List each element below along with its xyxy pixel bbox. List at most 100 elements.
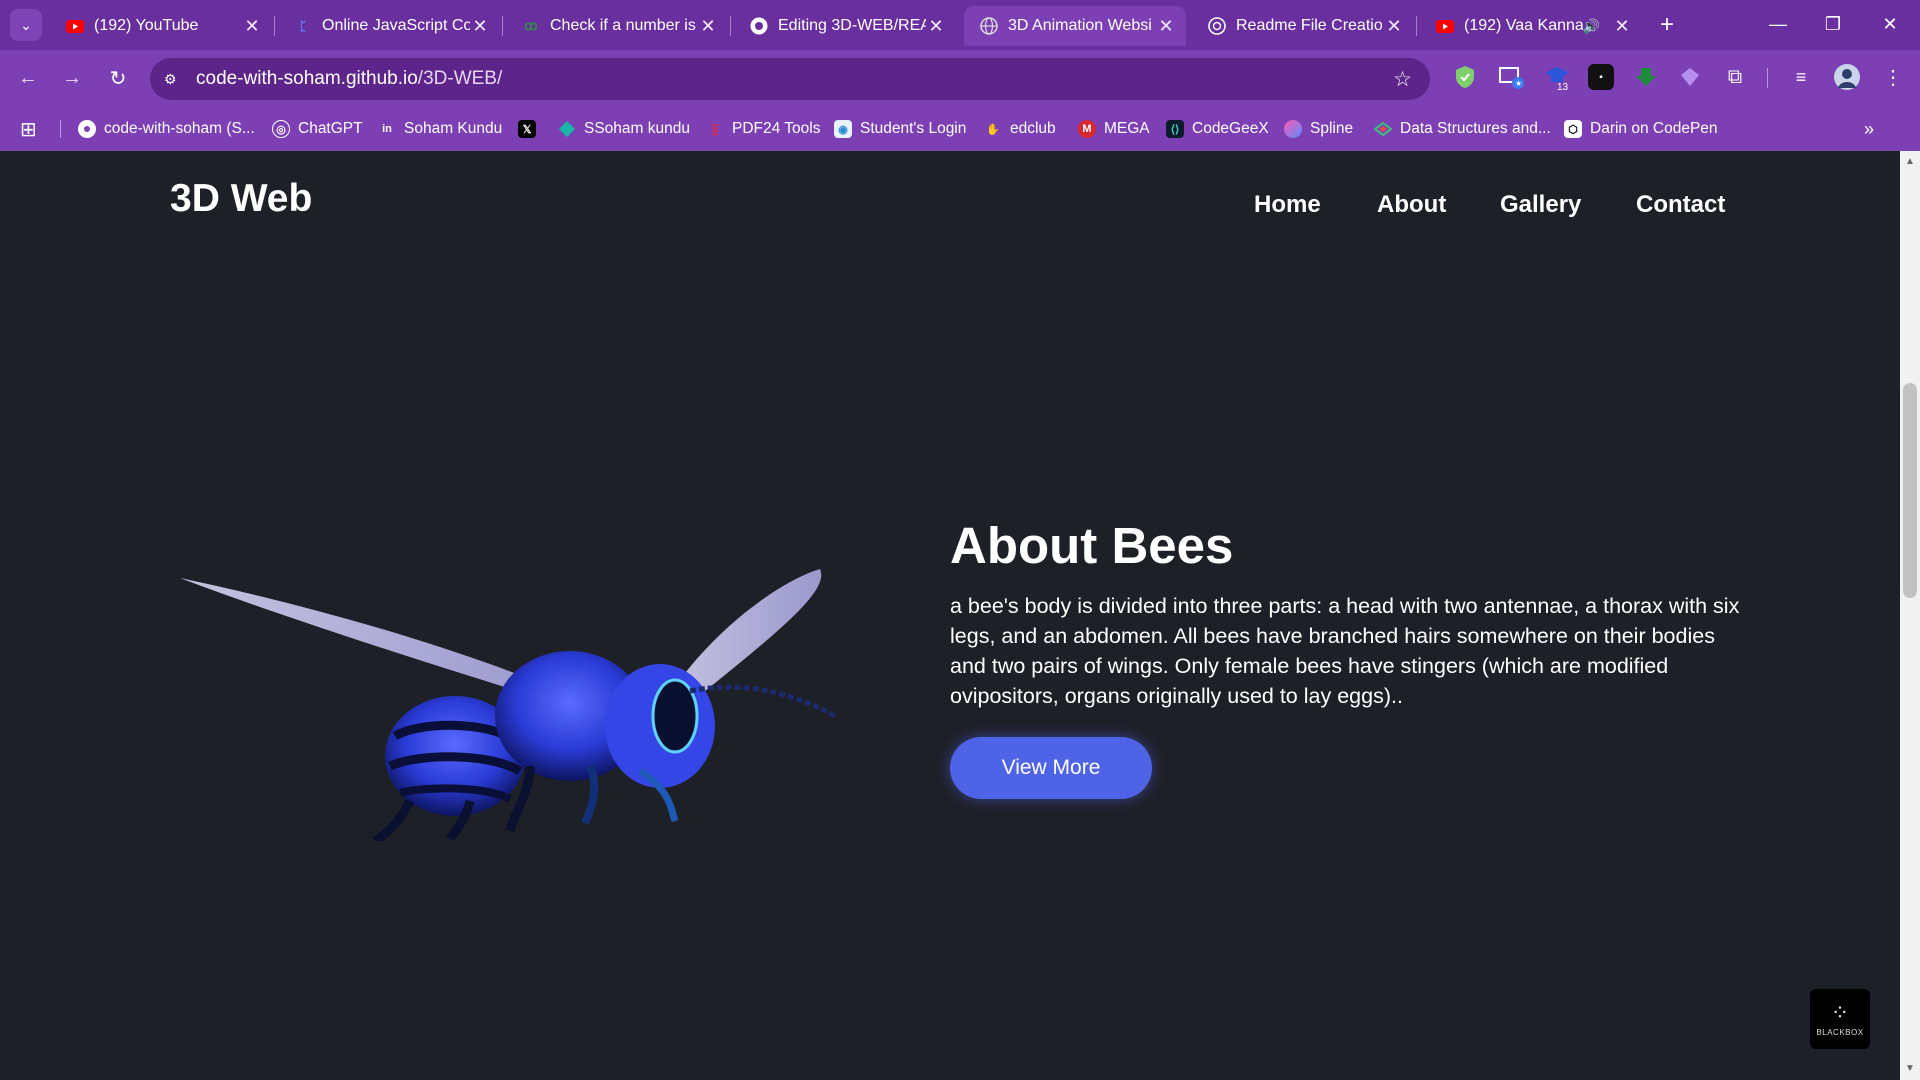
tab-search-button[interactable]: ⌄	[10, 9, 42, 41]
double-chevron-right-icon: »	[1864, 118, 1875, 139]
x-icon: 𝕏	[518, 120, 536, 138]
address-bar[interactable]: ⚙ code-with-soham.github.io/3D-WEB/ ☆	[150, 58, 1430, 100]
bookmark-spline[interactable]: Spline	[1284, 116, 1353, 142]
pdf24-icon: ⣿	[710, 123, 720, 136]
bookmark-ssoham-kundu[interactable]: SSoham kundu	[558, 116, 690, 142]
screen-extension-icon[interactable]: ▪	[1588, 64, 1614, 90]
bookmark-edclub[interactable]: ✋ edclub	[984, 116, 1056, 142]
tab-readme[interactable]: Readme File Creatio ✕	[1192, 6, 1414, 46]
tab-github-edit[interactable]: Editing 3D-WEB/REA ✕	[734, 6, 956, 46]
mega-icon: M	[1078, 120, 1096, 138]
restore-button[interactable]: ❐	[1813, 8, 1853, 40]
nav-contact[interactable]: Contact	[1636, 191, 1725, 219]
graduation-extension-icon[interactable]: 13	[1543, 64, 1569, 91]
minimize-icon: —	[1769, 13, 1787, 34]
reload-icon: ↻	[109, 67, 127, 90]
bookmark-chatgpt[interactable]: ◎ ChatGPT	[272, 116, 363, 142]
bookmark-label: code-with-soham (S...	[104, 120, 255, 137]
bookmark-label: CodeGeeX	[1192, 120, 1269, 137]
tab-manager-extension-icon[interactable]: ★	[1498, 64, 1524, 90]
gfg-icon: ꝏ	[524, 18, 538, 33]
plus-icon: +	[1659, 11, 1674, 38]
codegeex-icon: ⟨⟩	[1166, 120, 1184, 138]
spline-icon	[1284, 120, 1302, 138]
bookmark-label: ChatGPT	[298, 120, 363, 137]
site-logo[interactable]: 3D Web	[170, 177, 312, 221]
url-path: /3D-WEB/	[417, 68, 503, 89]
bee-3d-model[interactable]	[170, 501, 840, 841]
profile-avatar[interactable]	[1834, 64, 1860, 90]
minimize-button[interactable]: —	[1758, 8, 1798, 40]
page-scrollbar[interactable]	[1900, 151, 1920, 1080]
bookmark-star-icon[interactable]: ☆	[1393, 67, 1412, 92]
tab-divider	[274, 16, 275, 36]
nav-home[interactable]: Home	[1254, 191, 1321, 219]
tab-3d-animation[interactable]: 3D Animation Websi ✕	[964, 6, 1186, 46]
tab-title: (192) Vaa Kannan	[1464, 17, 1583, 34]
shield-extension-icon[interactable]	[1452, 64, 1478, 90]
close-icon[interactable]: ✕	[1612, 16, 1632, 37]
blackbox-logo-icon: ⁘	[1830, 999, 1850, 1025]
edclub-icon: ✋	[986, 123, 1000, 136]
tab-title: Check if a number is	[550, 17, 696, 34]
section-heading: About Bees	[950, 517, 1234, 574]
download-extension-icon[interactable]	[1633, 64, 1659, 90]
tab-title: 3D Animation Websi	[1008, 17, 1152, 34]
close-icon[interactable]: ✕	[242, 16, 262, 37]
chatgpt-icon	[1208, 17, 1226, 35]
bookmark-pdf24[interactable]: ⣿ PDF24 Tools	[706, 116, 820, 142]
url-text: code-with-soham.github.io/3D-WEB/	[196, 68, 502, 90]
student-icon: ◉	[834, 120, 852, 138]
close-icon: ✕	[1882, 13, 1898, 34]
tab-vaa-kannan[interactable]: (192) Vaa Kannan 🔊 ✕	[1420, 6, 1642, 46]
tab-check-number[interactable]: ꝏ Check if a number is ✕	[506, 6, 728, 46]
scroll-down-arrow[interactable]: ▼	[1900, 1060, 1920, 1076]
view-more-button[interactable]: View More	[950, 737, 1152, 799]
bookmark-codegeex[interactable]: ⟨⟩ CodeGeeX	[1166, 116, 1269, 142]
tab-divider	[1416, 16, 1417, 36]
media-control-icon[interactable]: ≡	[1788, 64, 1814, 90]
kebab-menu-icon[interactable]: ⋮	[1880, 64, 1906, 90]
close-icon[interactable]: ✕	[1156, 16, 1176, 37]
close-icon[interactable]: ✕	[470, 16, 490, 37]
forward-button[interactable]: →	[56, 62, 88, 94]
close-icon[interactable]: ✕	[926, 16, 946, 37]
nav-about[interactable]: About	[1377, 191, 1446, 219]
close-icon[interactable]: ✕	[1384, 16, 1404, 37]
tab-title: Editing 3D-WEB/REA	[778, 17, 926, 34]
bookmark-code-with-soham[interactable]: code-with-soham (S...	[78, 116, 255, 142]
blackbox-widget[interactable]: ⁘ BLACKBOX	[1810, 989, 1870, 1049]
bookmark-data-structures[interactable]: Data Structures and...	[1374, 116, 1551, 142]
bookmark-x[interactable]: 𝕏	[518, 116, 544, 142]
gem-extension-icon[interactable]	[1677, 64, 1703, 90]
tab-youtube[interactable]: (192) YouTube ✕	[50, 6, 272, 46]
tab-divider	[730, 16, 731, 36]
webpage: 3D Web Home About Gallery Contact About …	[0, 151, 1900, 1080]
close-icon[interactable]: ✕	[698, 16, 718, 37]
scrollbar-thumb[interactable]	[1903, 383, 1917, 598]
bookmark-label: edclub	[1010, 120, 1056, 137]
close-window-button[interactable]: ✕	[1870, 8, 1910, 40]
arrow-right-icon: →	[62, 66, 82, 89]
tab-online-js[interactable]: ᛈ Online JavaScript Co ✕	[278, 6, 500, 46]
nav-gallery[interactable]: Gallery	[1500, 191, 1581, 219]
bookmark-soham-kundu[interactable]: in Soham Kundu	[378, 116, 502, 142]
chevron-down-icon: ⌄	[20, 16, 32, 33]
bookmark-students-login[interactable]: ◉ Student's Login	[834, 116, 966, 142]
new-tab-button[interactable]: +	[1652, 10, 1682, 40]
ds-icon	[1374, 120, 1392, 138]
bookmark-label: Data Structures and...	[1400, 120, 1551, 137]
reload-button[interactable]: ↻	[102, 62, 134, 94]
back-button[interactable]: ←	[12, 62, 44, 94]
bookmark-codepen[interactable]: ⬡ Darin on CodePen	[1564, 116, 1718, 142]
puzzle-extensions-icon[interactable]: ⧉	[1722, 64, 1748, 90]
more-bookmarks-button[interactable]: »	[1864, 116, 1874, 142]
apps-button[interactable]: ⊞	[20, 116, 37, 142]
site-info-icon[interactable]: ⚙	[164, 71, 186, 88]
bookmark-label: Darin on CodePen	[1590, 120, 1718, 137]
scroll-up-arrow[interactable]: ▲	[1900, 153, 1920, 169]
speaker-icon[interactable]: 🔊	[1583, 18, 1600, 35]
github-icon	[750, 17, 768, 35]
bee-left-wing	[180, 578, 560, 701]
bookmark-mega[interactable]: M MEGA	[1078, 116, 1150, 142]
